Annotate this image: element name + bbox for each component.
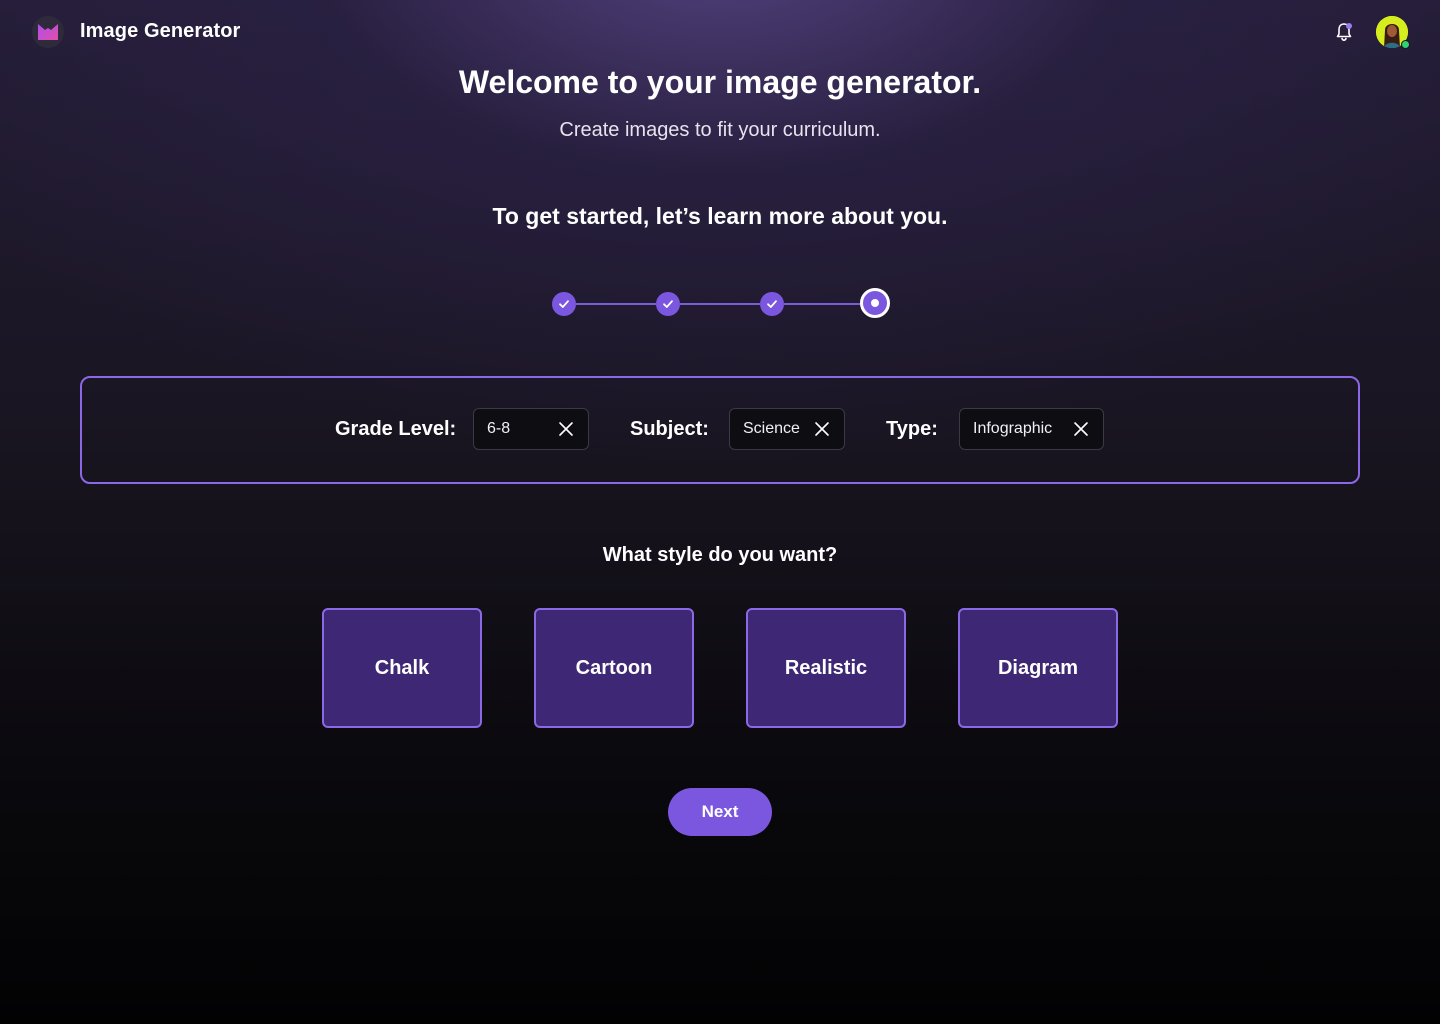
style-option-chalk[interactable]: Chalk <box>322 608 482 728</box>
grade-level-chip[interactable]: 6-8 <box>473 408 589 450</box>
notification-badge <box>1346 23 1352 29</box>
page-title: Welcome to your image generator. <box>458 64 982 100</box>
online-status-dot <box>1401 40 1410 49</box>
subject-chip[interactable]: Science <box>729 408 845 450</box>
current-step-dot <box>871 299 879 307</box>
app-logo-icon[interactable] <box>32 16 64 48</box>
page-subtitle: Create images to fit your curriculum. <box>559 119 881 141</box>
check-icon <box>559 300 569 308</box>
style-question: What style do you want? <box>602 544 838 566</box>
selected-filters-panel <box>80 376 1360 484</box>
style-option-diagram[interactable]: Diagram <box>958 608 1118 728</box>
onboarding-prompt: To get started, let’s learn more about y… <box>492 203 948 229</box>
stepper-connector <box>784 303 864 305</box>
stepper-connector <box>680 303 760 305</box>
close-icon[interactable] <box>1073 421 1089 437</box>
grade-level-label: Grade Level: <box>335 418 457 440</box>
close-icon[interactable] <box>814 421 830 437</box>
top-bar: Image Generator <box>0 0 1440 64</box>
grade-level-value: 6-8 <box>487 420 511 437</box>
step-4-current[interactable] <box>860 288 890 318</box>
style-option-realistic[interactable]: Realistic <box>746 608 906 728</box>
subject-value: Science <box>743 420 800 437</box>
next-button[interactable]: Next <box>668 788 772 836</box>
subject-label: Subject: <box>630 418 709 440</box>
step-2-complete[interactable] <box>656 292 680 316</box>
style-option-cartoon[interactable]: Cartoon <box>534 608 694 728</box>
close-icon[interactable] <box>558 421 574 437</box>
type-value: Infographic <box>973 420 1053 437</box>
app-title: Image Generator <box>80 20 241 42</box>
check-icon <box>767 300 777 308</box>
m-logo-icon <box>38 24 58 40</box>
type-label: Type: <box>886 418 938 440</box>
check-icon <box>663 300 673 308</box>
step-3-complete[interactable] <box>760 292 784 316</box>
step-1-complete[interactable] <box>552 292 576 316</box>
type-chip[interactable]: Infographic <box>959 408 1104 450</box>
stepper-connector <box>576 303 656 305</box>
progress-stepper <box>552 288 892 318</box>
